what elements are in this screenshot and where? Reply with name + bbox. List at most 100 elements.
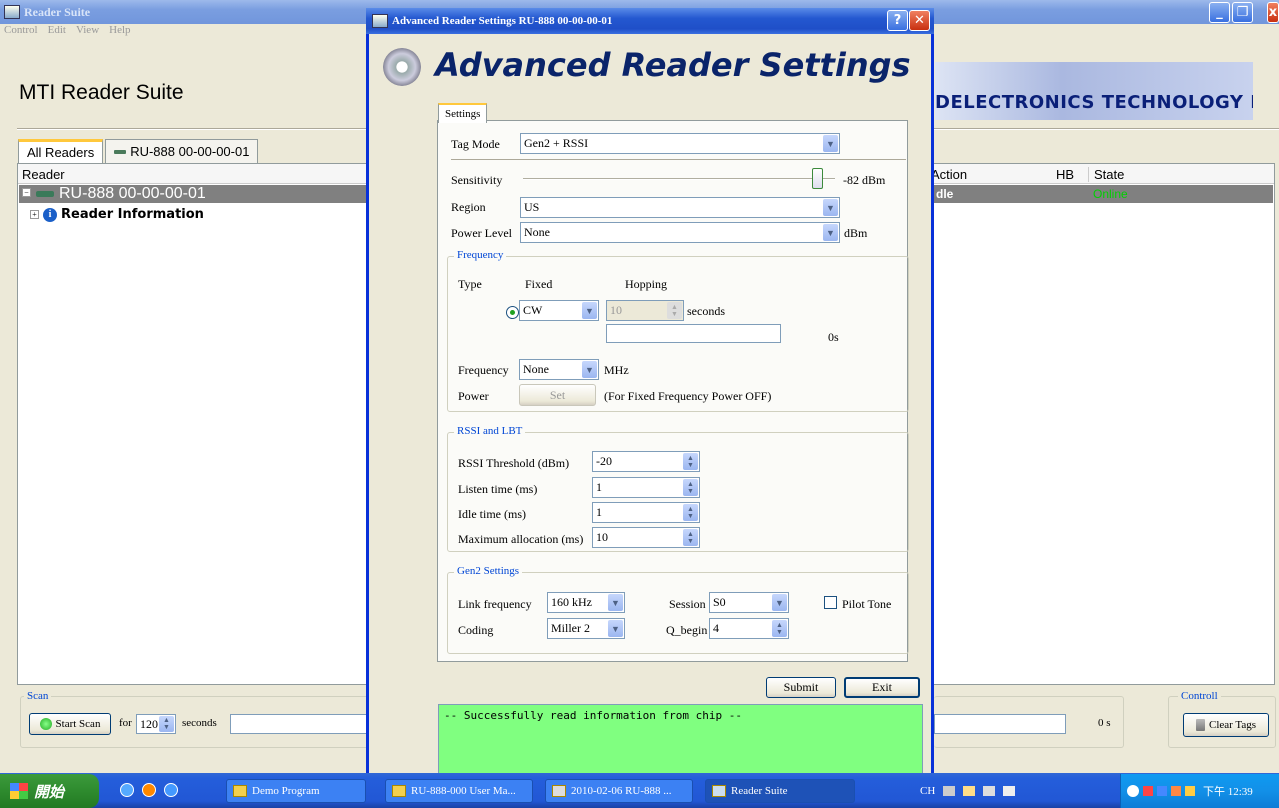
max-allocation-stepper[interactable]: 10 ▲ ▼ xyxy=(592,527,700,548)
taskbar-demo-program[interactable]: Demo Program xyxy=(226,779,366,803)
dialog-titlebar[interactable]: Advanced Reader Settings RU-888 00-00-00… xyxy=(366,8,934,34)
help-icon[interactable] xyxy=(1003,786,1016,796)
spinner-arrows-icon[interactable]: ▲ ▼ xyxy=(159,716,174,732)
power-level-select[interactable]: None ▼ xyxy=(520,222,840,243)
fixed-radio[interactable] xyxy=(506,305,519,319)
minimize-button[interactable]: _ xyxy=(1209,2,1230,23)
start-icon xyxy=(39,718,52,730)
chevron-down-icon: ▼ xyxy=(608,594,623,611)
scan-progress-field[interactable] xyxy=(230,714,370,734)
pen-icon[interactable] xyxy=(963,786,976,796)
taskbar-user-manual[interactable]: RU-888-000 User Ma... xyxy=(385,779,533,803)
tag-mode-value: Gen2 + RSSI xyxy=(524,136,589,150)
tab-reader[interactable]: RU-888 00-00-00-01 xyxy=(105,139,259,163)
clock[interactable]: 下午 12:39 xyxy=(1203,783,1253,799)
tray-icon-3[interactable] xyxy=(1171,786,1181,796)
q-begin-stepper[interactable]: 4 ▲ ▼ xyxy=(709,618,789,639)
taskbar-reader-suite[interactable]: Reader Suite xyxy=(705,779,855,803)
listen-time-stepper[interactable]: 1 ▲ ▼ xyxy=(592,477,700,498)
gear-icon xyxy=(383,48,421,86)
frequency-progress-field[interactable] xyxy=(606,324,781,343)
scan-seconds-value: 120 xyxy=(140,716,158,731)
seconds-label: seconds xyxy=(182,717,217,729)
frequency-seconds-stepper[interactable]: 10 ▲ ▼ xyxy=(606,300,684,321)
ie-icon[interactable] xyxy=(164,783,178,797)
link-frequency-select[interactable]: 160 kHz ▼ xyxy=(547,592,625,613)
coding-select[interactable]: Miller 2 ▼ xyxy=(547,618,625,639)
close-button[interactable]: x xyxy=(1267,2,1279,23)
idle-time-stepper[interactable]: 1 ▲ ▼ xyxy=(592,502,700,523)
collapse-toggle[interactable]: − xyxy=(22,188,31,197)
main-title: Reader Suite xyxy=(24,4,91,19)
ime-icon[interactable] xyxy=(983,786,996,796)
taskbar-document[interactable]: 2010-02-06 RU-888 ... xyxy=(545,779,693,803)
tree-child-item[interactable]: + i Reader Information xyxy=(30,207,204,222)
rssi-threshold-stepper[interactable]: -20 ▲ ▼ xyxy=(592,451,700,472)
browser-icon[interactable] xyxy=(142,783,156,797)
sensitivity-track xyxy=(523,178,835,180)
frequency-unit: MHz xyxy=(604,363,629,377)
header-action[interactable]: Action xyxy=(931,167,967,182)
spinner-arrows-icon[interactable]: ▲ ▼ xyxy=(683,453,698,470)
scan-seconds-stepper[interactable]: 120 ▲ ▼ xyxy=(136,714,176,734)
region-select[interactable]: US ▼ xyxy=(520,197,840,218)
tab-settings[interactable]: Settings xyxy=(438,103,488,123)
company-logo: DELECTRONICS TECHNOLOGY INC. xyxy=(935,62,1253,120)
sensitivity-label: Sensitivity xyxy=(451,173,503,187)
spinner-arrows-icon[interactable]: ▲ ▼ xyxy=(683,529,698,546)
restore-button[interactable]: ❐ xyxy=(1232,2,1253,23)
scan-elapsed: 0 s xyxy=(1098,717,1111,729)
mode-select[interactable]: CW ▼ xyxy=(519,300,599,321)
sensitivity-value: -82 dBm xyxy=(843,173,886,187)
dialog-close-button[interactable]: ✕ xyxy=(909,10,930,31)
scan-progress-field-right[interactable] xyxy=(934,714,1066,734)
chevron-down-icon: ▼ xyxy=(772,594,787,611)
taskbar-demo-label: Demo Program xyxy=(252,785,320,797)
tab-all-readers[interactable]: All Readers xyxy=(18,139,104,163)
chevron-down-icon: ▼ xyxy=(823,135,838,152)
reader-device-icon xyxy=(36,191,54,197)
header-reader[interactable]: Reader xyxy=(22,167,65,182)
start-button[interactable]: 開始 xyxy=(0,774,99,808)
spinner-arrows-icon[interactable]: ▲ ▼ xyxy=(683,504,698,521)
desktop-icon[interactable] xyxy=(120,783,134,797)
spinner-arrows-icon[interactable]: ▲ ▼ xyxy=(683,479,698,496)
clear-tags-button[interactable]: Clear Tags xyxy=(1183,713,1269,737)
submit-button[interactable]: Submit xyxy=(766,677,836,698)
power-level-label: Power Level xyxy=(451,226,512,240)
pilot-tone-label: Pilot Tone xyxy=(842,597,892,611)
tray-icon-1[interactable] xyxy=(1143,786,1153,796)
trash-icon xyxy=(1196,719,1205,731)
header-hb[interactable]: HB xyxy=(1056,167,1074,182)
advanced-settings-dialog: Advanced Reader Settings RU-888 00-00-00… xyxy=(366,8,934,788)
tag-mode-select[interactable]: Gen2 + RSSI ▼ xyxy=(520,133,840,154)
tray-expand-icon[interactable] xyxy=(1127,785,1139,797)
pilot-tone-checkbox[interactable] xyxy=(824,596,837,609)
help-button[interactable]: ? xyxy=(887,10,908,31)
menu-control[interactable]: Control xyxy=(4,24,38,38)
keyboard-icon[interactable] xyxy=(943,786,956,796)
exit-button[interactable]: Exit xyxy=(844,677,920,698)
q-begin-label: Q_begin xyxy=(666,623,708,637)
app-icon xyxy=(4,5,20,19)
region-label: Region xyxy=(451,200,486,214)
session-select[interactable]: S0 ▼ xyxy=(709,592,789,613)
expand-toggle[interactable]: + xyxy=(30,210,39,219)
menu-help[interactable]: Help xyxy=(109,24,130,38)
info-icon: i xyxy=(43,207,57,222)
frequency-select[interactable]: None ▼ xyxy=(519,359,599,380)
sensitivity-slider-thumb[interactable] xyxy=(812,168,823,189)
header-state[interactable]: State xyxy=(1088,167,1124,182)
language-indicator[interactable]: CH xyxy=(920,785,935,797)
chevron-down-icon: ▼ xyxy=(823,224,838,241)
row-state: Online xyxy=(1093,187,1128,201)
logo-text: DELECTRONICS TECHNOLOGY INC. xyxy=(935,92,1253,113)
spinner-arrows-icon[interactable]: ▲ ▼ xyxy=(772,620,787,637)
menu-edit[interactable]: Edit xyxy=(48,24,66,38)
set-button[interactable]: Set xyxy=(519,384,596,406)
folder-icon xyxy=(392,785,406,797)
menu-view[interactable]: View xyxy=(76,24,99,38)
tray-icon-4[interactable] xyxy=(1185,786,1195,796)
start-scan-button[interactable]: Start Scan xyxy=(29,713,111,735)
tray-icon-2[interactable] xyxy=(1157,786,1167,796)
